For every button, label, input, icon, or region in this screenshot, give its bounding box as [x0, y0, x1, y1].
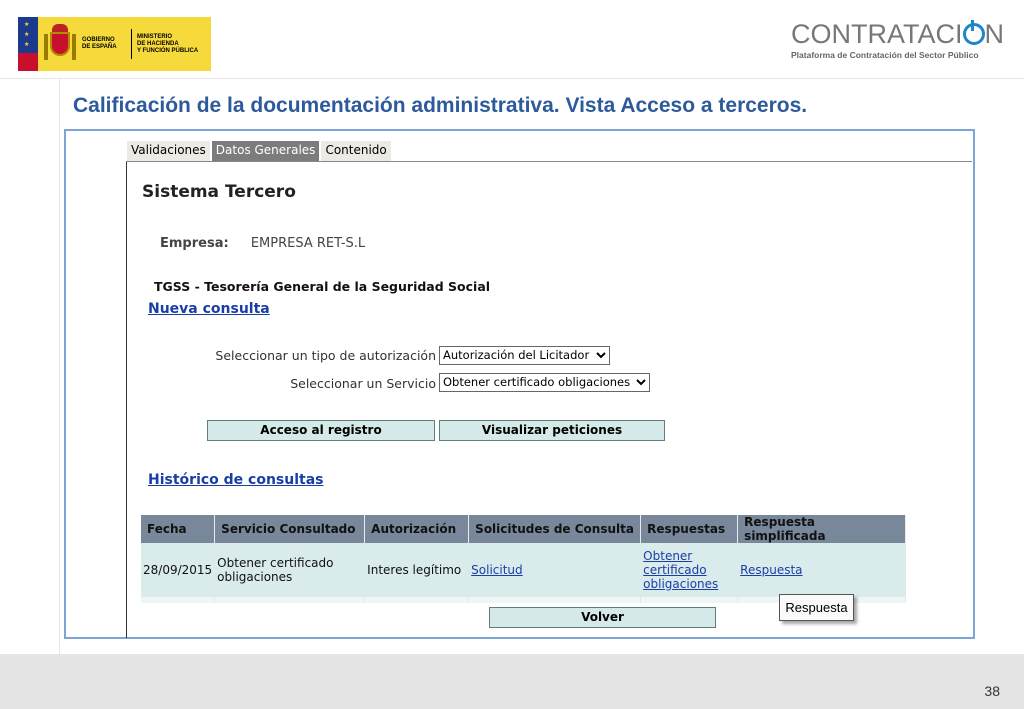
col-respuestas: Respuestas: [640, 515, 739, 543]
power-o-icon: [962, 20, 985, 45]
empresa-value: EMPRESA RET-S.L: [250, 236, 366, 251]
col-solicitudes: Solicitudes de Consulta: [468, 515, 642, 543]
empresa-info: Empresa: EMPRESA RET-S.L: [160, 236, 365, 251]
slide-title: Calificación de la documentación adminis…: [73, 94, 808, 117]
section-title: TGSS - Tesorería General de la Seguridad…: [154, 279, 491, 294]
respuestas-link[interactable]: Obtener certificado obligaciones: [640, 543, 739, 597]
table-row: 28/09/2015 Obtener certificado obligacion…: [141, 543, 906, 597]
contratacion-logo: CONTRATACI N Plataforma de Contratación d…: [791, 19, 1004, 60]
solicitud-link[interactable]: Solicitud: [468, 543, 642, 597]
brand-subtitle: Plataforma de Contratación del Sector Pú…: [791, 50, 979, 60]
tab-bar: Validaciones Datos Generales Contenido: [127, 141, 393, 161]
consultas-table: Fecha Servicio Consultado Autorización S…: [141, 515, 906, 603]
table-header-row: Fecha Servicio Consultado Autorización S…: [141, 515, 906, 543]
nueva-consulta-link[interactable]: Nueva consulta: [148, 301, 270, 317]
cell-fecha: 28/09/2015: [141, 543, 216, 597]
chevron-down-icon: [596, 352, 606, 359]
servicio-select[interactable]: Obtener certificado obligaciones: [439, 373, 650, 392]
acceso-registro-button[interactable]: Acceso al registro: [207, 420, 435, 441]
header-divider: [0, 78, 1024, 79]
government-logo: ★ ★ ★ GOBIERNO DE ESPAÑA MINISTERIO DE HAC…: [18, 17, 211, 71]
cell-servicio: Obtener certificado obligaciones: [214, 543, 366, 597]
respuesta-simplificada-link[interactable]: Respuesta: [737, 543, 906, 597]
volver-button[interactable]: Volver: [489, 607, 716, 628]
chevron-down-icon: [636, 379, 646, 386]
col-respuesta-simplificada: Respuesta simplificada: [737, 515, 906, 543]
empresa-label: Empresa:: [160, 236, 229, 251]
tab-contenido[interactable]: Contenido: [321, 141, 391, 161]
left-divider: [59, 78, 60, 654]
col-autorizacion: Autorización: [364, 515, 470, 543]
eu-flag-strip: ★ ★ ★: [18, 17, 38, 71]
respuesta-tooltip: Respuesta: [779, 594, 854, 621]
tipo-autorizacion-select[interactable]: Autorización del Licitador: [439, 346, 610, 365]
slide-footer: 38: [0, 654, 1024, 709]
col-servicio: Servicio Consultado: [214, 515, 366, 543]
coat-of-arms-icon: [44, 24, 76, 64]
page-title: Sistema Tercero: [142, 182, 296, 202]
app-screenshot-frame: Validaciones Datos Generales Contenido S…: [64, 129, 975, 639]
gov-name: GOBIERNO DE ESPAÑA: [82, 37, 117, 50]
tab-validaciones[interactable]: Validaciones: [127, 141, 210, 161]
historico-consultas-link[interactable]: Histórico de consultas: [148, 472, 324, 488]
tipo-autorizacion-label: Seleccionar un tipo de autorización: [215, 348, 436, 363]
tab-datos-generales[interactable]: Datos Generales: [211, 141, 320, 161]
visualizar-peticiones-button[interactable]: Visualizar peticiones: [439, 420, 665, 441]
col-fecha: Fecha: [141, 515, 216, 543]
page-number: 38: [984, 683, 1000, 699]
ministry-name: MINISTERIO DE HACIENDA Y FUNCIÓN PÚBLICA: [137, 33, 199, 54]
cell-autorizacion: Interes legítimo: [364, 543, 470, 597]
servicio-label: Seleccionar un Servicio: [290, 376, 436, 391]
